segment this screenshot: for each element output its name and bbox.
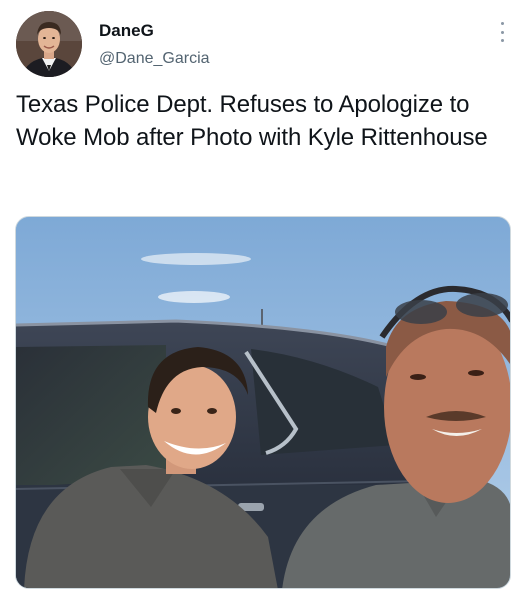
avatar[interactable] — [16, 11, 82, 77]
author-handle[interactable]: @Dane_Garcia — [99, 49, 210, 69]
tweet-text: Texas Police Dept. Refuses to Apologize … — [16, 91, 488, 151]
dot — [500, 22, 504, 25]
tweet-card: DaneG @Dane_Garcia Texas Police Dept. Re… — [0, 0, 526, 590]
tweet-photo[interactable] — [15, 216, 511, 589]
dot — [500, 30, 504, 34]
author-display-name[interactable]: DaneG — [99, 20, 154, 42]
dot — [500, 39, 504, 42]
more-vertical-icon[interactable] — [492, 20, 512, 44]
